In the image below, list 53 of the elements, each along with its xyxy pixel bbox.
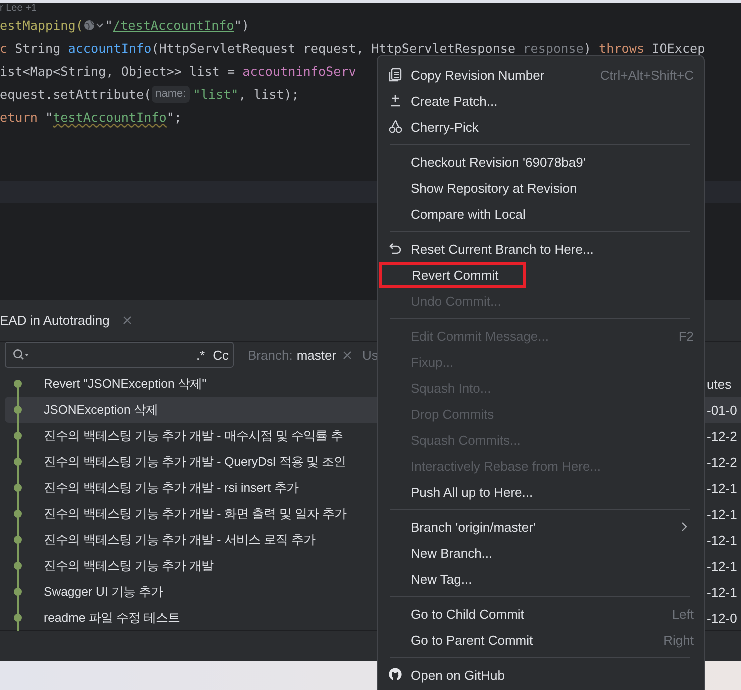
menu-item[interactable]: Branch 'origin/master' [378, 514, 704, 540]
search-icon [13, 349, 29, 361]
menu-item[interactable]: New Branch... [378, 540, 704, 566]
github-icon [389, 668, 402, 682]
menu-item[interactable]: Cherry-Pick [378, 114, 704, 140]
code-text: estMapping( [0, 17, 84, 35]
code-text: response [523, 40, 584, 58]
search-field[interactable]: .* Cc [5, 342, 234, 368]
code-text: ") [234, 17, 250, 35]
undo-arrow-icon [389, 242, 402, 256]
menu-item[interactable]: Copy Revision Number Ctrl+Alt+Shift+C [378, 62, 704, 88]
code-text: IOExcep [652, 40, 706, 58]
chevron-right-icon [681, 522, 688, 532]
close-icon [342, 350, 352, 360]
code-text: String [15, 40, 62, 58]
menu-item[interactable]: Go to Child Commit Left [378, 601, 704, 627]
code-text: equest.setAttribute( [0, 86, 152, 104]
close-icon [122, 316, 132, 325]
code-text: throws [599, 40, 646, 58]
code-text: accoutninfoServ [242, 63, 356, 81]
globe-dropdown-icon[interactable] [84, 20, 104, 31]
menu-item[interactable]: Revert Commit [379, 262, 526, 288]
branch-filter[interactable]: Branch: master [248, 348, 337, 362]
menu-item[interactable]: New Tag... [378, 566, 704, 592]
code-text: testAccountInfo [53, 109, 167, 127]
regex-toggle[interactable]: .* [196, 348, 206, 362]
menu-item[interactable]: Compare with Local [378, 201, 704, 227]
tool-tab[interactable]: EAD in Autotrading [0, 300, 142, 341]
menu-item[interactable]: Create Patch... [378, 88, 704, 114]
menu-item[interactable]: Reset Current Branch to Here... [378, 236, 704, 262]
menu-item[interactable]: Push All up to Here... [378, 479, 704, 505]
code-text: "list" [193, 86, 239, 104]
code-text: ) [584, 40, 592, 58]
cherry-icon [389, 120, 402, 134]
copy-icon [389, 68, 402, 82]
code-text: " [46, 109, 54, 127]
code-text: accountInfo [68, 40, 152, 58]
parameter-hint: name: [152, 86, 190, 103]
match-case-toggle[interactable]: Cc [213, 348, 229, 362]
code-text: c [0, 40, 9, 58]
code-text: "; [166, 109, 182, 127]
code-text: " [105, 17, 113, 35]
menu-item[interactable]: Go to Parent Commit Right [378, 627, 704, 653]
author-hint: r Lee +1 [0, 3, 38, 14]
code-text: (HttpServletRequest request, HttpServletResponse [152, 40, 517, 58]
code-text: eturn [0, 109, 39, 127]
code-text: , list); [238, 86, 300, 104]
code-text: ist<Map<String, Object>> list = [0, 63, 236, 81]
code-text: /testAccountInfo [113, 17, 234, 35]
menu-item[interactable]: Checkout Revision '69078ba9' [378, 149, 704, 175]
menu-item[interactable]: Show Repository at Revision [378, 175, 704, 201]
plus-minus-icon [389, 94, 402, 108]
globe-icon [84, 20, 96, 31]
